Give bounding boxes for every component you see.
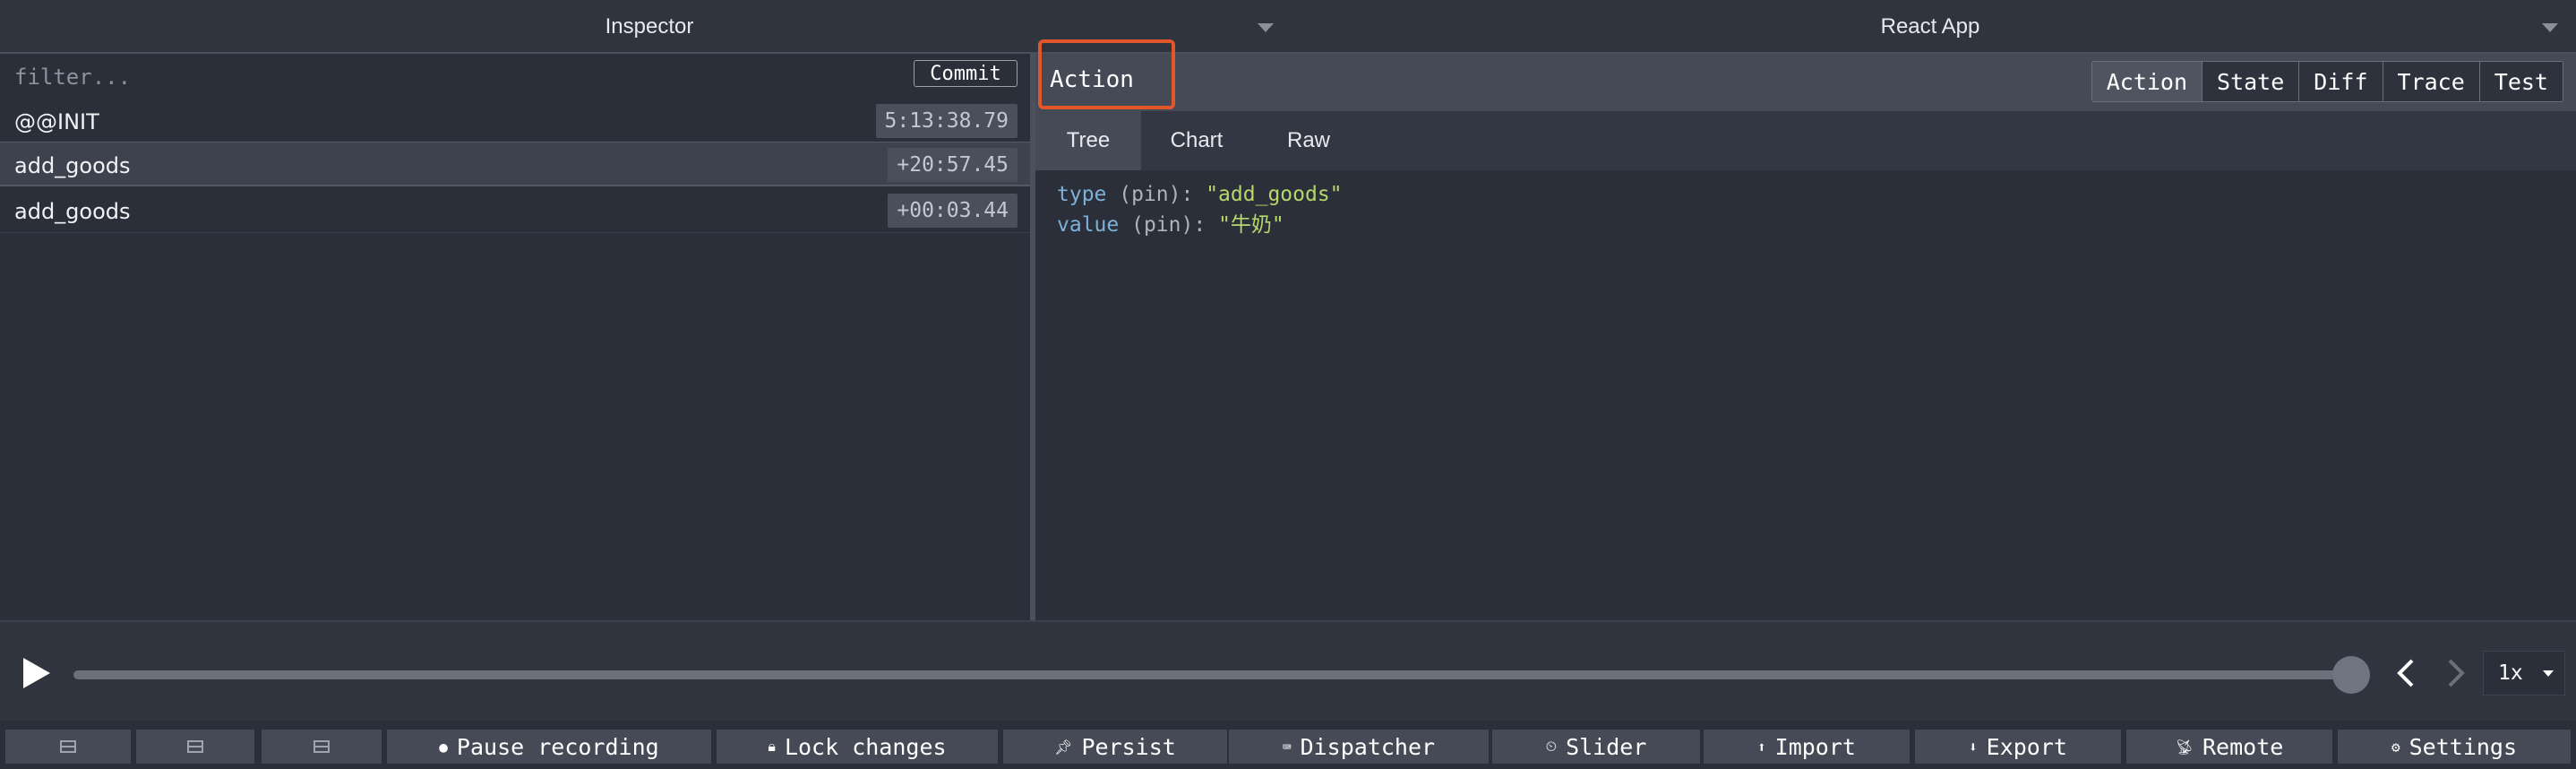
app-title: React App (1880, 14, 1980, 39)
upload-icon: ⬆︎ (1757, 738, 1766, 756)
action-time[interactable]: +20:57.45 (888, 148, 1018, 182)
action-time[interactable]: +00:03.44 (888, 194, 1018, 228)
export-button[interactable]: ⬇︎ Export (1915, 730, 2121, 764)
tree-row: value (pin): "牛奶" (1057, 213, 1284, 237)
tab-test[interactable]: Test (2478, 62, 2563, 101)
settings-button[interactable]: ⚙︎ Settings (2338, 730, 2571, 764)
timeline-thumb[interactable] (2332, 656, 2370, 694)
detail-title: Action (1050, 66, 1134, 93)
pin-icon: 📌︎ (1054, 738, 1073, 756)
subtab-chart[interactable]: Chart (1141, 111, 1252, 170)
commit-button[interactable]: Commit (914, 60, 1018, 87)
layout-right-button[interactable] (136, 730, 254, 764)
action-detail-panel: Action Action State Diff Trace Test Tree… (1035, 39, 2576, 620)
subtab-tree[interactable]: Tree (1035, 111, 1141, 170)
tree-key[interactable]: value (1057, 213, 1119, 237)
action-time[interactable]: 5:13:38.79 (875, 104, 1018, 138)
pause-recording-button[interactable]: ● Pause recording (387, 730, 711, 764)
persist-label: Persist (1081, 733, 1176, 760)
remote-button[interactable]: 📡︎ Remote (2126, 730, 2332, 764)
tab-state[interactable]: State (2202, 62, 2299, 101)
dispatcher-label: Dispatcher (1300, 733, 1436, 760)
layout-icon (187, 740, 203, 753)
chevron-down-icon[interactable] (2542, 23, 2558, 32)
gear-icon: ⚙︎ (2391, 738, 2400, 756)
play-icon[interactable] (23, 658, 50, 688)
tab-trace[interactable]: Trace (2382, 62, 2479, 101)
action-name: add_goods (14, 199, 131, 224)
export-label: Export (1986, 733, 2067, 760)
subtab-raw[interactable]: Raw (1252, 111, 1365, 170)
action-item[interactable]: add_goods +00:03.44 (0, 188, 1030, 233)
chevron-left-icon[interactable] (2395, 658, 2417, 688)
filter-row: Commit (0, 54, 1030, 99)
action-list-panel: Commit @@INIT 5:13:38.79 add_goods +20:5… (0, 54, 1030, 620)
lock-changes-button[interactable]: 🔒︎ Lock changes (717, 730, 998, 764)
tree-value: "add_goods" (1206, 183, 1343, 206)
lock-icon: 🔒︎ (768, 738, 776, 755)
persist-button[interactable]: 📌︎ Persist (1003, 730, 1227, 764)
layout-left-button[interactable] (5, 730, 131, 764)
filter-input[interactable] (14, 63, 892, 91)
record-icon: ● (439, 738, 448, 756)
tab-action[interactable]: Action (2091, 62, 2202, 101)
pin-toggle[interactable]: (pin) (1131, 213, 1193, 237)
chevron-down-icon (2543, 670, 2554, 677)
playback-bar: 1x (0, 620, 2576, 721)
inspector-selector[interactable]: Inspector (0, 0, 1299, 54)
app-selector[interactable]: React App (1299, 0, 2562, 54)
view-subtabs: Tree Chart Raw (1035, 111, 2576, 170)
remote-label: Remote (2202, 733, 2284, 760)
tree-key[interactable]: type (1057, 183, 1106, 206)
pause-recording-label: Pause recording (456, 733, 659, 760)
speed-value: 1x (2498, 661, 2523, 685)
download-icon: ⬇︎ (1969, 738, 1978, 756)
chevron-down-icon[interactable] (1258, 23, 1274, 32)
import-label: Import (1774, 733, 1856, 760)
dispatcher-button[interactable]: ⌨︎ Dispatcher (1229, 730, 1489, 764)
speed-select[interactable]: 1x (2483, 651, 2565, 696)
import-button[interactable]: ⬆︎ Import (1704, 730, 1910, 764)
tree-value: "牛奶" (1218, 213, 1284, 237)
tab-diff[interactable]: Diff (2298, 62, 2383, 101)
action-item[interactable]: @@INIT 5:13:38.79 (0, 99, 1030, 143)
slider-button[interactable]: ⏲︎ Slider (1492, 730, 1700, 764)
settings-label: Settings (2409, 733, 2518, 760)
bottom-toolbar: ● Pause recording 🔒︎ Lock changes 📌︎ Per… (0, 721, 2576, 769)
action-name: @@INIT (14, 109, 99, 134)
layout-icon (313, 740, 330, 753)
inspector-title: Inspector (605, 14, 694, 39)
top-header: Inspector React App (0, 0, 2576, 54)
slider-label: Slider (1566, 733, 1647, 760)
chevron-right-icon[interactable] (2445, 658, 2467, 688)
detail-tab-group: Action State Diff Trace Test (2091, 61, 2563, 102)
action-tree: type (pin): "add_goods" value (pin): "牛奶… (1057, 179, 1343, 240)
antenna-icon: 📡︎ (2175, 738, 2194, 756)
action-name: add_goods (14, 153, 131, 178)
timeline-track[interactable] (73, 670, 2350, 679)
clock-icon: ⏲︎ (1545, 738, 1558, 755)
lock-changes-label: Lock changes (784, 733, 947, 760)
tree-row: type (pin): "add_goods" (1057, 183, 1343, 206)
action-item-selected[interactable]: add_goods +20:57.45 (0, 142, 1030, 186)
layout-icon (60, 740, 76, 753)
detail-header: Action Action State Diff Trace Test (1035, 39, 2576, 111)
keyboard-icon: ⌨︎ (1282, 738, 1292, 756)
layout-bottom-button[interactable] (262, 730, 382, 764)
pin-toggle[interactable]: (pin) (1119, 183, 1181, 206)
